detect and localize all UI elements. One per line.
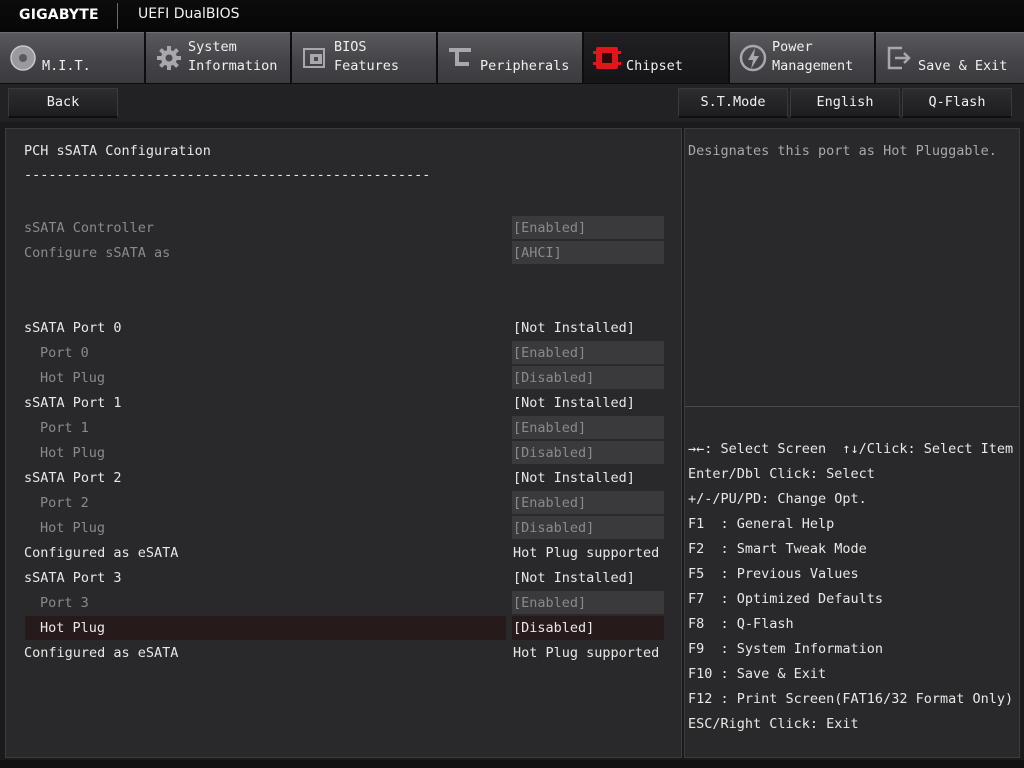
setting-row-ssata-controller[interactable]: sSATA Controller [Enabled] (6, 216, 683, 240)
setting-value: [Not Installed] (513, 395, 635, 411)
exit-icon (887, 46, 911, 70)
setting-value: [AHCI] (513, 245, 562, 261)
tab-bios-features[interactable]: BIOS Features (292, 32, 436, 83)
setting-row-configure-ssata[interactable]: Configure sSATA as [AHCI] (6, 241, 683, 265)
page-title: PCH sSATA Configuration (24, 143, 211, 159)
setting-row-ssata-port-1[interactable]: sSATA Port 1 [Not Installed] (6, 391, 683, 415)
settings-panel: PCH sSATA Configuration ----------------… (5, 128, 682, 758)
setting-value: Hot Plug supported (513, 645, 660, 661)
setting-label: Port 2 (40, 495, 89, 511)
setting-value: [Not Installed] (513, 320, 635, 336)
help-line: Enter/Dbl Click: Select (688, 466, 875, 482)
setting-label: Hot Plug (40, 445, 106, 461)
brand-logo: GIGABYTE (19, 7, 99, 23)
setting-label: Hot Plug (40, 620, 106, 636)
setting-row-hot-plug-0[interactable]: Hot Plug [Disabled] (6, 366, 683, 390)
setting-label: Port 0 (40, 345, 89, 361)
tab-chipset[interactable]: Chipset (584, 32, 728, 83)
tab-label: Chipset (626, 58, 683, 74)
setting-label: sSATA Port 3 (24, 570, 122, 586)
setting-label: Hot Plug (40, 520, 106, 536)
help-panel: Designates this port as Hot Pluggable. →… (684, 128, 1020, 758)
info-row-esata-2: Configured as eSATA Hot Plug supported (6, 541, 683, 565)
product-name: UEFI DualBIOS (138, 6, 240, 22)
setting-label: Configure sSATA as (24, 245, 171, 261)
tab-system-information[interactable]: System Information (146, 32, 290, 83)
tab-peripherals[interactable]: Peripherals (438, 32, 582, 83)
help-line: F12 : Print Screen(FAT16/32 Format Only) (688, 691, 1014, 707)
setting-value: [Enabled] (513, 345, 587, 361)
setting-label: sSATA Port 0 (24, 320, 122, 336)
help-divider (685, 406, 1019, 407)
item-description: Designates this port as Hot Pluggable. (688, 143, 997, 159)
tab-label: Power Management (772, 39, 854, 74)
setting-row-ssata-port-3[interactable]: sSATA Port 3 [Not Installed] (6, 566, 683, 590)
setting-value: [Enabled] (513, 420, 587, 436)
setting-label: sSATA Port 2 (24, 470, 122, 486)
help-line: F5 : Previous Values (688, 566, 859, 582)
setting-value: [Enabled] (513, 495, 587, 511)
setting-row-ssata-port-2[interactable]: sSATA Port 2 [Not Installed] (6, 466, 683, 490)
help-line: F9 : System Information (688, 641, 884, 657)
setting-row-port-2[interactable]: Port 2 [Enabled] (6, 491, 683, 515)
info-row-esata-3: Configured as eSATA Hot Plug supported (6, 641, 683, 665)
setting-row-hot-plug-3-selected[interactable]: Hot Plug [Disabled] (6, 616, 683, 640)
bottom-bar (0, 760, 1024, 768)
disc-icon (10, 45, 36, 71)
setting-label: sSATA Port 1 (24, 395, 122, 411)
chipset-icon (593, 47, 621, 69)
setting-value: [Enabled] (513, 595, 587, 611)
chip-board-icon (303, 48, 325, 68)
setting-value: [Not Installed] (513, 570, 635, 586)
setting-label: Hot Plug (40, 370, 106, 386)
tab-label: Peripherals (480, 58, 570, 74)
title-separator (117, 3, 118, 29)
setting-value: [Enabled] (513, 220, 587, 236)
setting-value: [Not Installed] (513, 470, 635, 486)
power-icon (739, 44, 767, 72)
back-button[interactable]: Back (8, 88, 118, 118)
setting-row-port-1[interactable]: Port 1 [Enabled] (6, 416, 683, 440)
help-line: →←: Select Screen ↑↓/Click: Select Item (688, 441, 1014, 457)
tab-save-exit[interactable]: Save & Exit (876, 32, 1024, 83)
setting-label: sSATA Controller (24, 220, 155, 236)
connector-icon (449, 48, 471, 66)
title-divider: ----------------------------------------… (24, 167, 431, 183)
language-button[interactable]: English (790, 88, 900, 118)
help-line: F1 : General Help (688, 516, 835, 532)
tab-mit[interactable]: M.I.T. (0, 32, 144, 83)
setting-label: Port 3 (40, 595, 89, 611)
setting-row-ssata-port-0[interactable]: sSATA Port 0 [Not Installed] (6, 316, 683, 340)
help-line: F10 : Save & Exit (688, 666, 827, 682)
st-mode-button[interactable]: S.T.Mode (678, 88, 788, 118)
help-line: F8 : Q-Flash (688, 616, 794, 632)
setting-row-hot-plug-2[interactable]: Hot Plug [Disabled] (6, 516, 683, 540)
setting-label: Configured as eSATA (24, 645, 179, 661)
setting-value: [Disabled] (513, 370, 595, 386)
toolbar: Back S.T.Mode English Q-Flash (0, 84, 1024, 122)
setting-value: [Disabled] (513, 620, 595, 636)
tab-label: M.I.T. (42, 58, 91, 74)
tab-power-management[interactable]: Power Management (730, 32, 874, 83)
gear-icon (157, 46, 181, 70)
q-flash-button[interactable]: Q-Flash (902, 88, 1012, 118)
setting-row-port-0[interactable]: Port 0 [Enabled] (6, 341, 683, 365)
tab-label: Save & Exit (918, 58, 1008, 74)
setting-row-hot-plug-1[interactable]: Hot Plug [Disabled] (6, 441, 683, 465)
help-line: +/-/PU/PD: Change Opt. (688, 491, 867, 507)
setting-row-port-3[interactable]: Port 3 [Enabled] (6, 591, 683, 615)
help-line: F2 : Smart Tweak Mode (688, 541, 867, 557)
setting-label: Configured as eSATA (24, 545, 179, 561)
help-line: ESC/Right Click: Exit (688, 716, 859, 732)
tab-label: System Information (188, 39, 278, 74)
setting-value: [Disabled] (513, 445, 595, 461)
title-bar: GIGABYTE UEFI DualBIOS (0, 0, 1024, 32)
setting-value: Hot Plug supported (513, 545, 660, 561)
tab-label: BIOS Features (334, 39, 400, 74)
help-line: F7 : Optimized Defaults (688, 591, 884, 607)
setting-label: Port 1 (40, 420, 89, 436)
tab-bar: M.I.T. System Information BIOS Features (0, 32, 1024, 84)
setting-value: [Disabled] (513, 520, 595, 536)
